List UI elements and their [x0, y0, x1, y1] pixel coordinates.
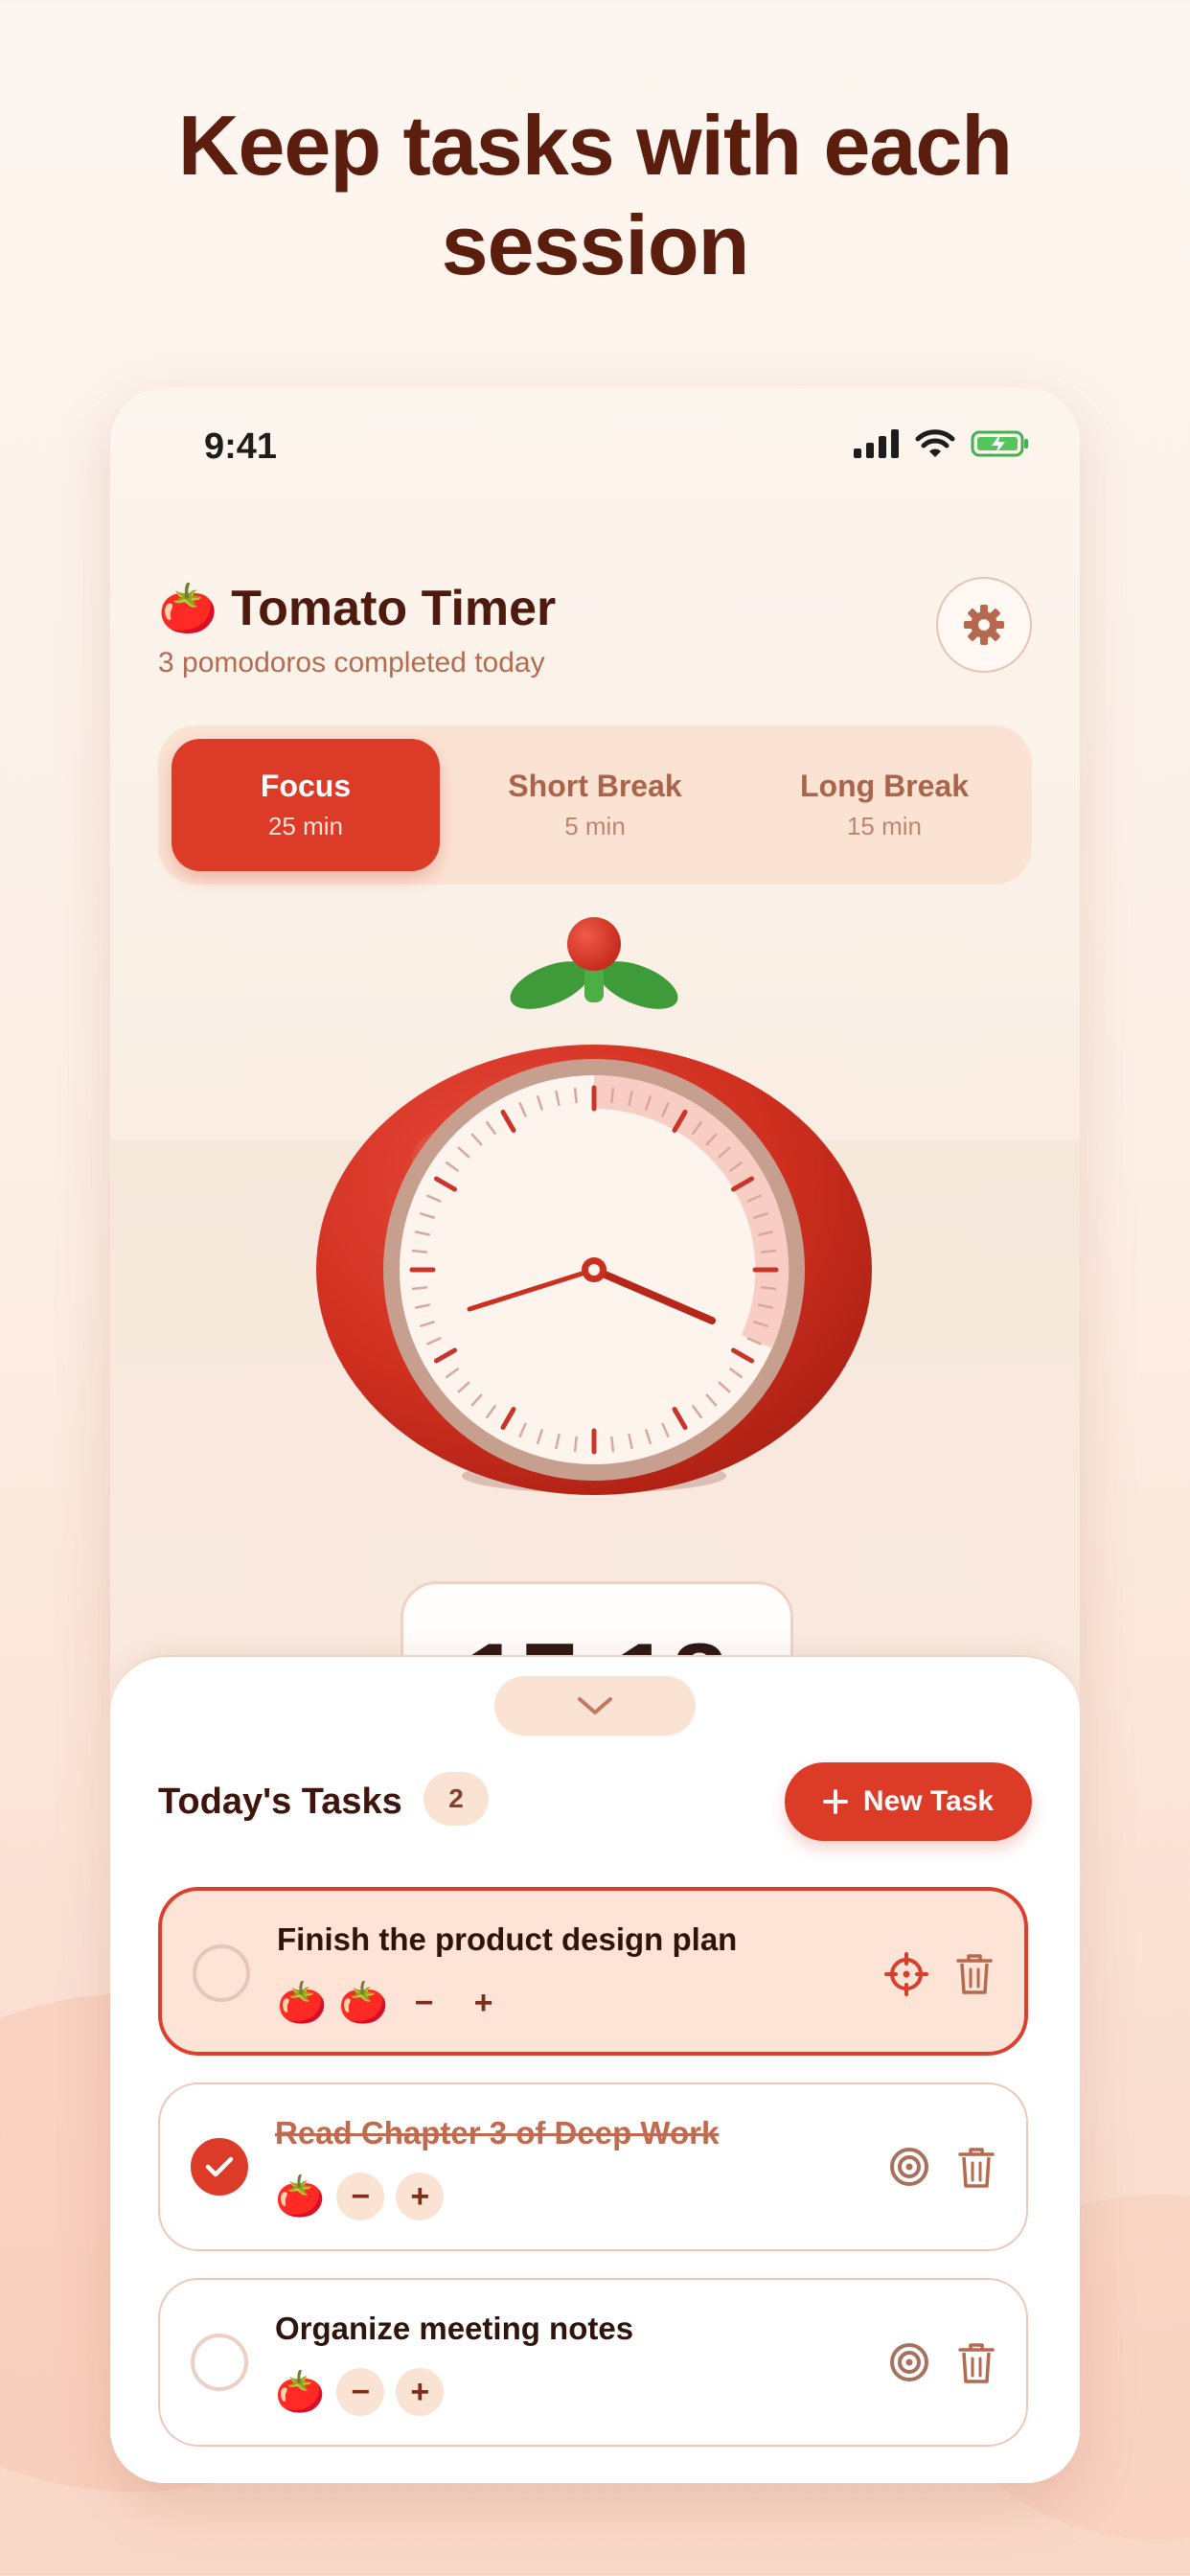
crosshair-icon[interactable]	[884, 1952, 928, 1996]
tasks-sheet: Today's Tasks 2 New Task Finish the prod…	[110, 1655, 1080, 2483]
task-item[interactable]: Finish the product design plan 🍅 🍅 − +	[158, 1887, 1028, 2056]
tab-short-break[interactable]: Short Break 5 min	[461, 739, 729, 871]
clock-minute-tick	[411, 1286, 428, 1291]
tasks-count-badge: 2	[423, 1772, 489, 1826]
task-checkbox[interactable]	[193, 1944, 250, 2002]
decrement-button[interactable]: −	[400, 1979, 448, 2027]
tomato-icon: 🍅	[275, 2369, 326, 2414]
tab-focus[interactable]: Focus 25 min	[172, 739, 440, 871]
task-item[interactable]: Organize meeting notes 🍅 − +	[158, 2278, 1028, 2447]
settings-button[interactable]	[936, 577, 1032, 673]
checkmark-icon	[205, 2156, 234, 2177]
tab-long-break-minutes: 15 min	[846, 812, 923, 840]
tab-short-break-minutes: 5 min	[564, 812, 626, 840]
trash-icon[interactable]	[957, 2146, 995, 2190]
task-title: Organize meeting notes	[275, 2311, 634, 2346]
increment-button[interactable]: +	[460, 1979, 508, 2027]
headline-line-1: Keep tasks with each	[177, 98, 1013, 193]
task-item[interactable]: Read Chapter 3 of Deep Work 🍅 − +	[158, 2082, 1028, 2251]
clock-minute-tick	[760, 1249, 777, 1254]
task-title: Finish the product design plan	[277, 1921, 738, 1957]
tomato-clock	[316, 917, 872, 1495]
page-headline: Keep tasks with each session	[0, 96, 1190, 295]
status-time: 9:41	[204, 426, 278, 467]
clock-minute-tick	[610, 1436, 615, 1453]
tomato-icon: 🍅	[275, 2174, 326, 2219]
clock-minute-tick	[760, 1286, 777, 1291]
task-checkbox[interactable]	[191, 2334, 248, 2391]
decrement-button[interactable]: −	[336, 2173, 385, 2220]
task-title: Read Chapter 3 of Deep Work	[275, 2115, 720, 2150]
tab-long-break-label: Long Break	[799, 769, 970, 803]
tab-focus-label: Focus	[260, 769, 352, 803]
clock-knob	[567, 917, 621, 971]
phone-frame: 9:41 🍅 Tomato Timer 3 pomodoros complete…	[110, 388, 1080, 2483]
clock-minute-tick	[573, 1087, 578, 1104]
tab-long-break[interactable]: Long Break 15 min	[750, 739, 1018, 871]
tomato-icon: 🍅	[277, 1980, 328, 2025]
status-bar-icons	[854, 428, 1030, 459]
signal-icon	[854, 429, 899, 458]
tab-focus-minutes: 25 min	[267, 812, 344, 840]
trash-icon[interactable]	[957, 2341, 995, 2385]
clock-minute-tick	[411, 1249, 428, 1254]
plus-icon	[822, 1789, 848, 1814]
decrement-button[interactable]: −	[336, 2368, 385, 2416]
chevron-down-icon	[578, 1697, 612, 1714]
sheet-collapse-button[interactable]	[494, 1676, 696, 1736]
tomato-logo-icon: 🍅	[158, 582, 218, 635]
tab-short-break-label: Short Break	[508, 769, 682, 803]
app-title: 🍅 Tomato Timer	[158, 580, 556, 637]
new-task-label: New Task	[862, 1785, 995, 1817]
task-pomodoro-row: 🍅 🍅 − +	[277, 1979, 508, 2027]
wifi-icon	[915, 429, 955, 457]
battery-icon	[971, 430, 1028, 457]
mode-selector: Focus 25 min Short Break 5 min Long Brea…	[158, 725, 1032, 885]
increment-button[interactable]: +	[396, 2368, 445, 2416]
task-checkbox-checked[interactable]	[191, 2138, 248, 2196]
increment-button[interactable]: +	[396, 2173, 445, 2220]
gear-icon	[964, 605, 1004, 645]
task-pomodoro-row: 🍅 − +	[275, 2368, 445, 2416]
app-subtitle: 3 pomodoros completed today	[158, 647, 545, 678]
tasks-title: Today's Tasks	[158, 1782, 402, 1822]
clock-minute-tick	[573, 1436, 578, 1453]
app-title-text: Tomato Timer	[231, 581, 557, 636]
headline-line-2: session	[441, 197, 750, 292]
target-icon[interactable]	[888, 2146, 930, 2188]
new-task-button[interactable]: New Task	[785, 1762, 1032, 1841]
tomato-icon: 🍅	[338, 1980, 389, 2025]
target-icon[interactable]	[888, 2341, 930, 2383]
clock-minute-tick	[610, 1087, 615, 1104]
trash-icon[interactable]	[955, 1952, 994, 1996]
task-pomodoro-row: 🍅 − +	[275, 2173, 445, 2220]
